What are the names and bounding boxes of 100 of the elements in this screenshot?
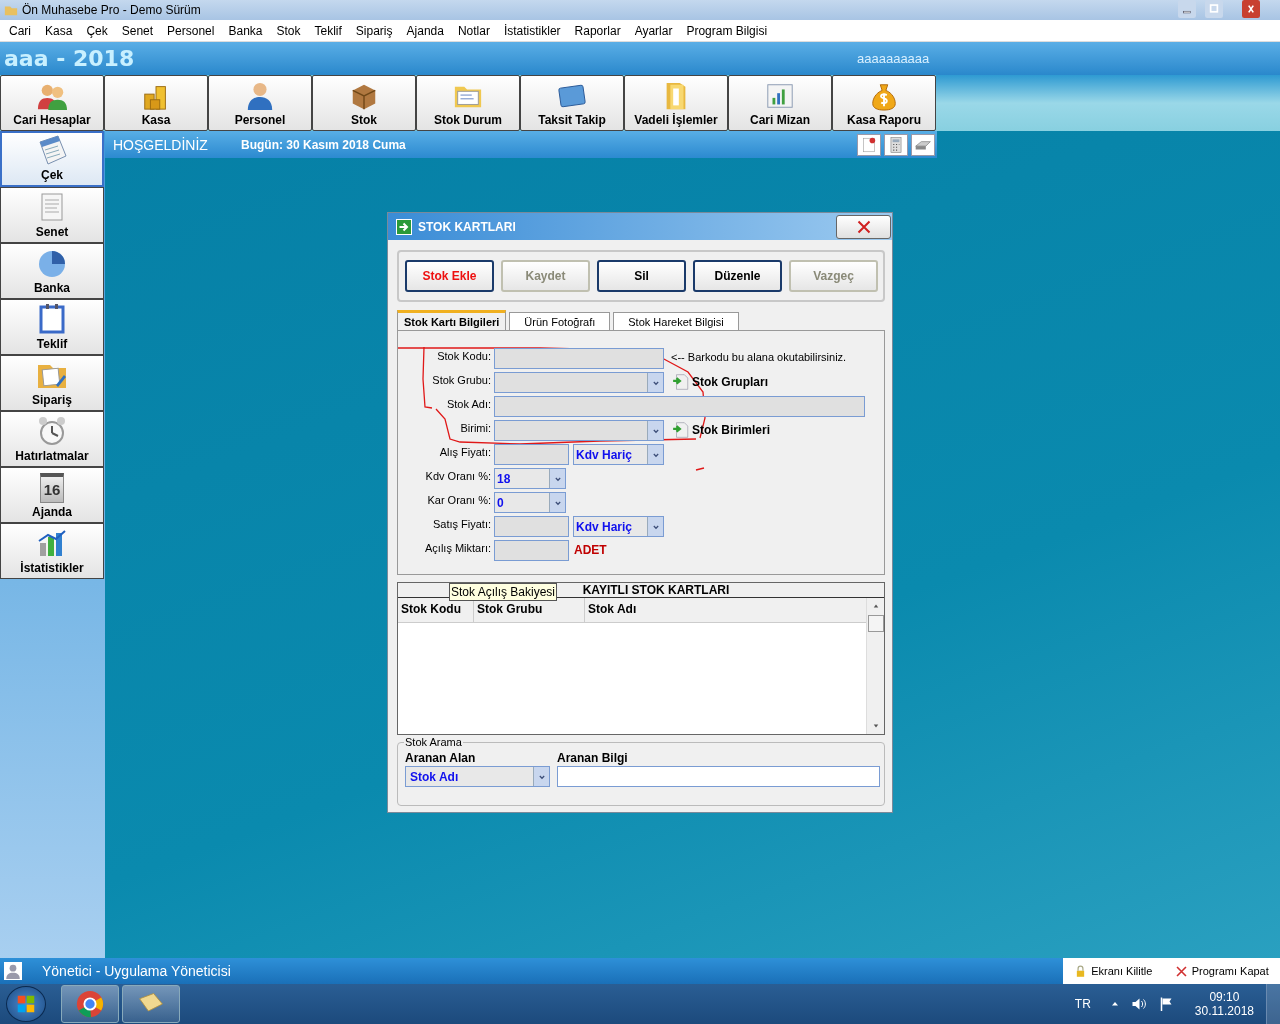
tab[interactable]: Stok Kartı Bilgileri — [397, 310, 507, 330]
close-button[interactable] — [836, 214, 891, 239]
toolbar-button[interactable]: Cari Mizan — [728, 75, 832, 131]
input-field[interactable] — [494, 516, 569, 537]
window-title: Ön Muhasebe Pro - Demo Sürüm — [22, 3, 201, 17]
toolbar-button[interactable] — [857, 133, 881, 156]
welcome-title: HOŞGELDİNİZ — [113, 136, 209, 153]
field-label: Aranan Bilgi — [557, 751, 629, 765]
status-button[interactable]: Ekranı Kilitle — [1072, 964, 1155, 978]
document-arrow-icon — [672, 373, 690, 391]
close-icon — [855, 218, 872, 235]
user-icon — [4, 962, 22, 980]
input-field[interactable] — [494, 444, 569, 465]
menu-item[interactable]: Ajanda — [399, 23, 451, 38]
menu-item[interactable]: Kasa — [38, 23, 80, 38]
scrollbar[interactable] — [866, 598, 884, 734]
scroll-thumb[interactable] — [868, 615, 884, 632]
sidebar-button[interactable]: Çek — [0, 131, 104, 187]
chart-icon — [765, 81, 795, 111]
toolbar-button[interactable]: Cari Hesaplar — [0, 75, 104, 131]
menu-item[interactable]: Cari — [2, 23, 38, 38]
pen-stroke — [695, 467, 705, 471]
input-field[interactable] — [494, 348, 664, 369]
toolbar-button[interactable]: Taksit Takip — [520, 75, 624, 131]
field-label: Stok Kodu: — [436, 349, 492, 362]
toolbar-button[interactable] — [911, 133, 935, 156]
user-role: Yönetici - Uygulama Yöneticisi — [42, 963, 231, 979]
calculator-icon — [887, 135, 905, 154]
sidebar-button[interactable]: İstatistikler — [0, 523, 104, 579]
dropdown[interactable]: 18 — [494, 468, 566, 489]
dropdown[interactable]: Kdv Hariç — [573, 444, 664, 465]
toolbar-button[interactable] — [884, 133, 908, 156]
toolbar-button[interactable]: Stok — [312, 75, 416, 131]
toolbar-button[interactable]: Personel — [208, 75, 312, 131]
menu-item[interactable]: Personel — [160, 23, 222, 38]
alarm-clock-icon — [36, 415, 68, 447]
search-field[interactable] — [557, 766, 880, 787]
toolbar-button[interactable]: Kasa Raporu — [832, 75, 936, 131]
toolbar-button[interactable]: Vadeli İşlemler — [624, 75, 728, 131]
scroll-up-icon — [872, 603, 880, 609]
menu-item[interactable]: Stok — [269, 23, 308, 38]
field-label: Satış Fiyatı: — [431, 517, 492, 530]
menu-item[interactable]: Program Bilgisi — [679, 23, 775, 38]
notepad-icon — [36, 134, 68, 166]
field-label: Alış Fiyatı: — [438, 445, 492, 458]
calendar-date: 16 — [43, 481, 61, 498]
menu-item[interactable]: Çek — [79, 23, 115, 38]
browser-icon — [75, 989, 105, 1019]
menu-item[interactable]: Senet — [114, 23, 161, 38]
sidebar-button[interactable]: Hatırlatmalar — [0, 411, 104, 467]
hint-text: <-- Barkodu bu alana okutabilirsiniz. — [671, 350, 847, 363]
status-button[interactable]: Programı Kapat — [1172, 964, 1271, 978]
person-icon — [245, 81, 275, 111]
field-label: Kar Oranı %: — [426, 493, 492, 506]
menu-item[interactable]: Ayarlar — [627, 23, 680, 38]
tooltip: Stok Açılış Bakiyesi — [449, 583, 558, 601]
clock-time: 09:10 — [1209, 990, 1240, 1004]
menu-item[interactable]: Teklif — [307, 23, 349, 38]
input-field[interactable] — [494, 540, 569, 561]
group-title: Stok Arama — [404, 736, 463, 748]
field-label: Aranan Alan — [405, 751, 477, 765]
dropdown[interactable] — [494, 372, 664, 393]
dropdown[interactable]: 0 — [494, 492, 566, 513]
dialog-title: STOK KARTLARI — [418, 219, 516, 234]
menu-item[interactable]: Banka — [221, 23, 270, 38]
input-field[interactable] — [494, 396, 865, 417]
field-label: Stok Grubu: — [431, 373, 492, 386]
column-header[interactable]: Stok Adı — [585, 598, 866, 623]
action-button[interactable]: Düzenle — [693, 260, 782, 292]
close-icon — [1174, 964, 1188, 978]
action-button[interactable]: Stok Ekle — [405, 260, 494, 292]
date-text: Bugün: 30 Kasım 2018 Cuma — [241, 137, 406, 152]
sidebar-button[interactable]: Sipariş — [0, 355, 104, 411]
toolbar-button[interactable]: Stok Durum — [416, 75, 520, 131]
menu-item[interactable]: Sipariş — [348, 23, 400, 38]
action-button[interactable]: Sil — [597, 260, 686, 292]
dropdown[interactable] — [494, 420, 664, 441]
dropdown[interactable]: Kdv Hariç — [573, 516, 664, 537]
sidebar-button[interactable]: Senet — [0, 187, 104, 243]
tab[interactable]: Ürün Fotoğrafı — [509, 312, 611, 330]
menu-item[interactable]: İstatistikler — [496, 23, 568, 38]
toolbar-button[interactable]: Kasa — [104, 75, 208, 131]
windows-logo-icon — [15, 993, 37, 1015]
taskbar-button[interactable] — [61, 985, 119, 1023]
sidebar-button[interactable]: Banka — [0, 243, 104, 299]
field-label: Kdv Oranı %: — [424, 469, 492, 482]
menu-item[interactable]: Raporlar — [567, 23, 628, 38]
language-indicator[interactable]: TR — [1074, 997, 1091, 1011]
bar-chart-icon — [36, 527, 68, 559]
show-desktop-button[interactable] — [1266, 984, 1280, 1024]
clock[interactable]: 09:10 30.11.2018 — [1194, 990, 1254, 1018]
taskbar-button[interactable] — [122, 985, 180, 1023]
sidebar-button[interactable]: 16 Ajanda — [0, 467, 104, 523]
tab[interactable]: Stok Hareket Bilgisi — [613, 312, 739, 330]
speaker-icon — [1130, 996, 1147, 1012]
start-button[interactable] — [6, 986, 46, 1022]
menu-item[interactable]: Notlar — [450, 23, 497, 38]
field-label: Stok Adı: — [445, 397, 492, 410]
sidebar-button[interactable]: Teklif — [0, 299, 104, 355]
dropdown[interactable]: Stok Adı — [405, 766, 550, 787]
